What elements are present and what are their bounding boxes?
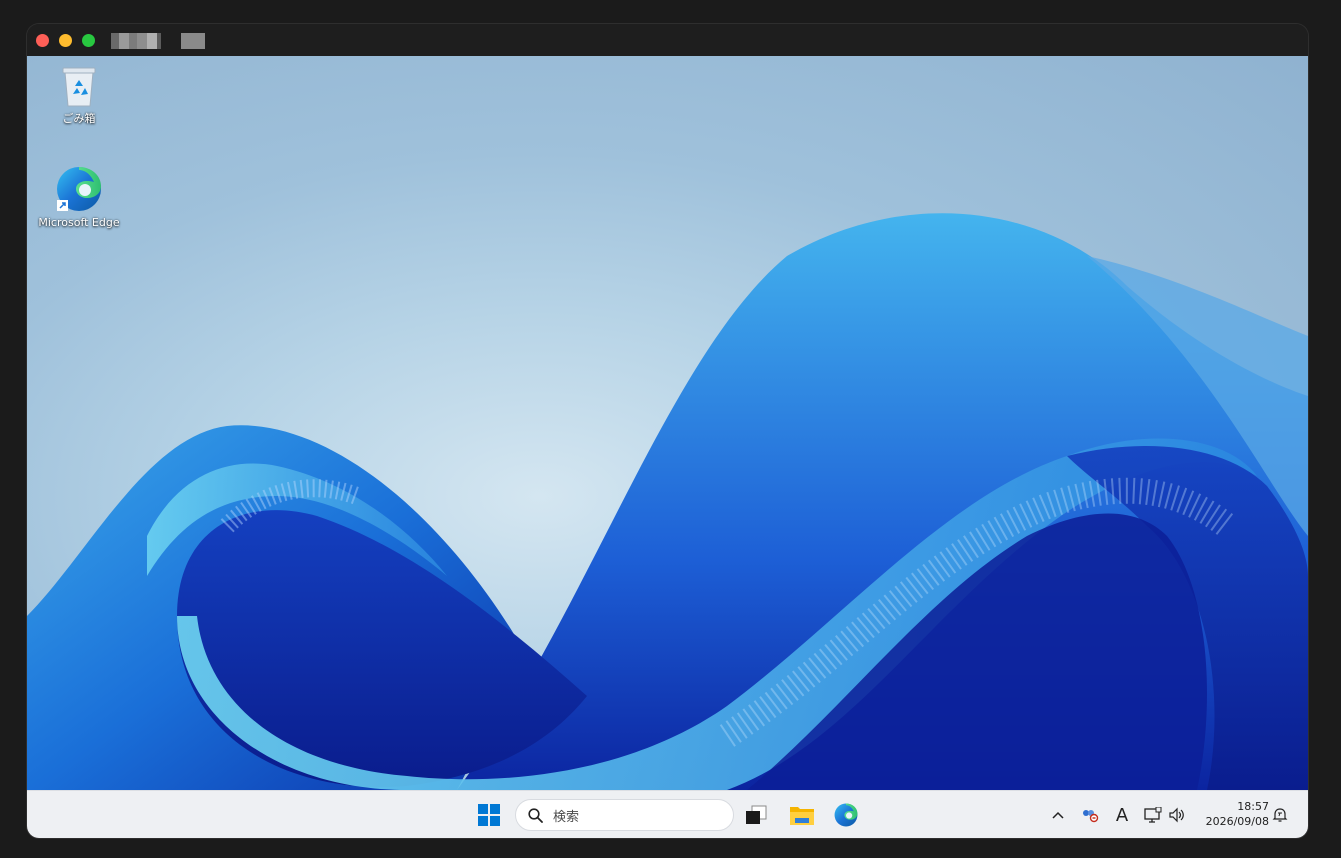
network-icon: [1144, 807, 1162, 823]
maximize-button[interactable]: [82, 34, 95, 47]
close-button[interactable]: [36, 34, 49, 47]
edge-icon: [834, 803, 858, 827]
notification-bell-icon: [1272, 808, 1288, 822]
chevron-up-icon: [1052, 811, 1064, 819]
tray-app-button[interactable]: [1079, 803, 1101, 827]
notifications-button[interactable]: [1271, 803, 1289, 827]
task-view-icon: [746, 805, 767, 824]
edge-icon: [57, 167, 101, 211]
start-button[interactable]: [473, 799, 505, 831]
window-titlebar[interactable]: [27, 24, 1308, 56]
network-button[interactable]: [1143, 803, 1163, 827]
show-hidden-icons-button[interactable]: [1049, 803, 1067, 827]
window-title-redacted: [111, 33, 207, 49]
recycle-bin-icon: [62, 67, 96, 107]
clock-time: 18:57: [1237, 800, 1269, 813]
speaker-icon: [1169, 807, 1184, 823]
search-icon: [528, 807, 543, 823]
task-view-button[interactable]: [740, 799, 772, 831]
recycle-bin-label: ごみ箱: [62, 112, 96, 125]
file-explorer-button[interactable]: [786, 799, 818, 831]
desktop-icon-recycle-bin[interactable]: ごみ箱: [34, 64, 124, 126]
edge-shortcut-label: Microsoft Edge: [38, 216, 120, 229]
edge-taskbar-button[interactable]: [830, 799, 862, 831]
volume-button[interactable]: [1167, 803, 1187, 827]
bloom-wallpaper: [27, 213, 1308, 790]
taskbar-clock[interactable]: 18:57 2026/09/08: [1199, 799, 1269, 829]
taskbar-search[interactable]: 検索: [515, 799, 734, 831]
meet-now-icon: [1083, 810, 1099, 823]
file-explorer-icon: [790, 807, 814, 825]
taskbar: 検索 A 18:57 2026/09/08: [27, 790, 1308, 838]
minimize-button[interactable]: [59, 34, 72, 47]
remote-desktop-window: ごみ箱 Microsoft Edge 検索 A 18:57 2026/09/08: [27, 24, 1308, 838]
windows-desktop[interactable]: ごみ箱 Microsoft Edge: [27, 56, 1308, 790]
desktop-icon-edge[interactable]: Microsoft Edge: [34, 164, 124, 229]
search-placeholder: 検索: [553, 809, 580, 825]
clock-date: 2026/09/08: [1205, 815, 1269, 828]
start-icon: [478, 804, 500, 826]
ime-mode-indicator[interactable]: A: [1111, 803, 1133, 827]
